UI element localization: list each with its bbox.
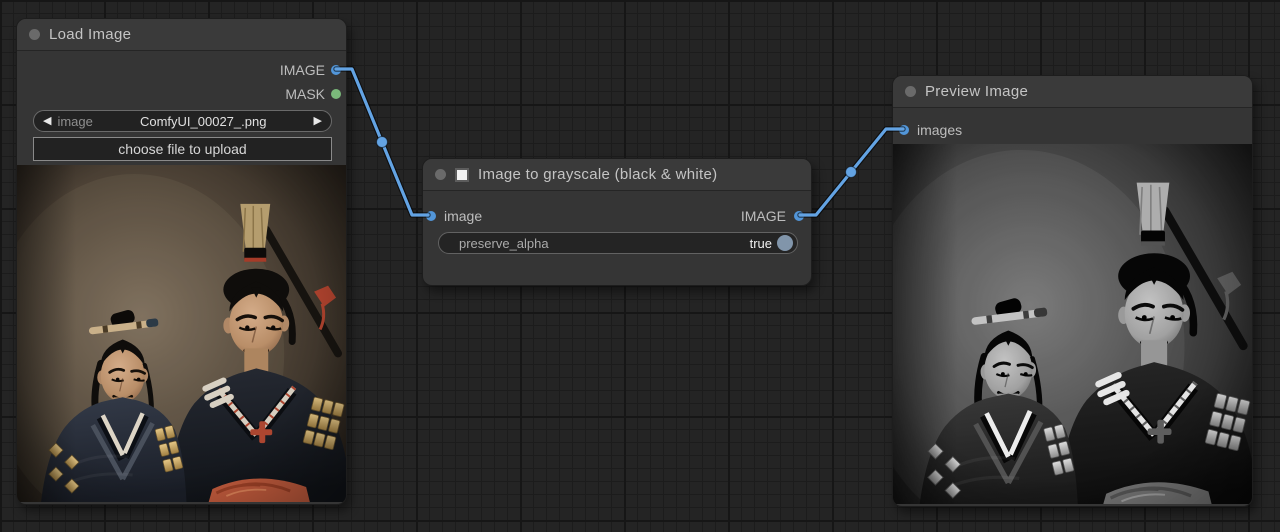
combo-name: image <box>57 114 92 129</box>
combo-left-arrow-icon[interactable]: ◀ <box>43 116 51 127</box>
input-slot-image: image <box>426 208 482 224</box>
collapse-dot-icon[interactable] <box>435 169 446 180</box>
combo-right-arrow-icon[interactable]: ▶ <box>314 116 322 127</box>
link-midpoint-dot[interactable] <box>377 137 388 148</box>
link-midpoint-dot[interactable] <box>846 167 857 178</box>
output-label: IMAGE <box>741 208 786 224</box>
node-image-to-grayscale[interactable]: Image to grayscale (black & white) image… <box>422 158 812 286</box>
node-title: Preview Image <box>925 83 1028 100</box>
output-slot-image: IMAGE <box>741 208 804 224</box>
collapse-dot-icon[interactable] <box>905 86 916 97</box>
node-preview-image[interactable]: Preview Image images <box>892 75 1253 507</box>
output-label: MASK <box>285 86 325 102</box>
input-label: images <box>917 122 962 138</box>
square-node-icon <box>455 168 469 182</box>
output-port-image[interactable] <box>794 211 804 221</box>
node-title: Load Image <box>49 26 131 43</box>
input-port-image[interactable] <box>426 211 436 221</box>
link-grayscale-to-preview[interactable] <box>800 129 903 215</box>
node-title-bar: Load Image <box>17 19 346 51</box>
samurai-photo <box>17 165 346 502</box>
preview-image-output <box>893 144 1252 504</box>
samurai-photo-grayscale <box>893 144 1252 504</box>
widget-value: true <box>750 236 772 251</box>
input-port-images[interactable] <box>899 125 909 135</box>
node-graph-canvas[interactable]: Load Image IMAGE MASK ◀ image ComfyUI_00… <box>0 0 1280 532</box>
widget-name: preserve_alpha <box>459 236 750 251</box>
output-label: IMAGE <box>280 62 325 78</box>
choose-file-button[interactable]: choose file to upload <box>33 137 332 161</box>
input-label: image <box>444 208 482 224</box>
node-load-image[interactable]: Load Image IMAGE MASK ◀ image ComfyUI_00… <box>16 18 347 505</box>
loaded-image-preview <box>17 165 346 502</box>
collapse-dot-icon[interactable] <box>29 29 40 40</box>
node-title: Image to grayscale (black & white) <box>478 166 717 183</box>
toggle-dot-icon[interactable] <box>777 235 793 251</box>
output-slot-image: IMAGE <box>280 62 341 78</box>
image-combo-widget[interactable]: ◀ image ComfyUI_00027_.png ▶ <box>33 110 332 132</box>
output-port-image[interactable] <box>331 65 341 75</box>
combo-value: ComfyUI_00027_.png <box>99 114 308 129</box>
output-slot-mask: MASK <box>285 86 341 102</box>
node-title-bar: Preview Image <box>893 76 1252 108</box>
preserve-alpha-toggle[interactable]: preserve_alpha true <box>438 232 798 254</box>
link-loadimage-to-grayscale[interactable] <box>336 69 428 215</box>
input-slot-images: images <box>899 122 962 138</box>
output-port-mask[interactable] <box>331 89 341 99</box>
node-title-bar: Image to grayscale (black & white) <box>423 159 811 191</box>
